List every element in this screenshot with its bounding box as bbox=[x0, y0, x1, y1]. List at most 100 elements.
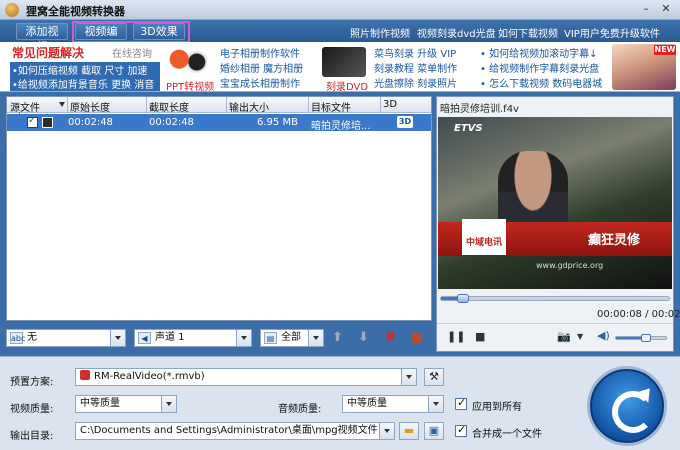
tutorial-link[interactable]: • 如何给视频加滚动字幕↓ bbox=[480, 45, 597, 60]
move-down-icon[interactable]: ⬇ bbox=[358, 330, 369, 345]
clear-list-icon[interactable]: ▦ bbox=[411, 330, 423, 345]
burn-dvd-label[interactable]: 刻录DVD bbox=[326, 78, 368, 93]
col-cut-length[interactable]: 截取长度 bbox=[149, 99, 189, 114]
output-dir-field[interactable]: C:\Documents and Settings\Administrator\… bbox=[75, 422, 395, 440]
table-row[interactable]: 00:02:48 00:02:48 6.95 MB 暗拍灵修培... 3D bbox=[7, 114, 431, 132]
close-button[interactable]: ✕ bbox=[658, 2, 674, 17]
pause-icon[interactable]: ❚❚ bbox=[447, 330, 465, 343]
download-video-link[interactable]: 如何下载视频 bbox=[498, 25, 558, 40]
chevron-down-icon[interactable] bbox=[308, 330, 323, 346]
camera-icon[interactable]: 📷 bbox=[557, 330, 571, 343]
vip-upgrade-link[interactable]: VIP用户免费升级软件 bbox=[564, 25, 660, 40]
ppt-to-video-link[interactable]: PPT转视频 bbox=[166, 78, 214, 93]
open-folder-icon[interactable]: ▣ bbox=[424, 422, 444, 440]
volume-handle[interactable] bbox=[641, 334, 651, 342]
minimize-button[interactable]: – bbox=[638, 2, 654, 17]
volume-icon[interactable]: ◀) bbox=[597, 329, 610, 342]
column-divider bbox=[380, 97, 381, 113]
filter-icon: ▤ bbox=[264, 332, 277, 344]
chevron-down-icon[interactable] bbox=[401, 369, 416, 385]
col-source[interactable]: 源文件 bbox=[10, 99, 40, 114]
subtitle-icon: abc bbox=[10, 332, 26, 344]
column-divider bbox=[67, 97, 68, 113]
tutorial-link[interactable]: • 给视频制作字幕刻录光盘 bbox=[480, 60, 599, 75]
audio-quality-value: 中等质量 bbox=[347, 398, 387, 409]
chevron-down-icon[interactable] bbox=[428, 396, 443, 412]
seek-handle[interactable] bbox=[456, 294, 469, 303]
video-frame[interactable]: ETVS 中域电讯 癫狂灵修 www.gdprice.org bbox=[438, 117, 672, 289]
chevron-down-icon[interactable]: ▼ bbox=[577, 332, 583, 341]
video-quality-select[interactable]: 中等质量 bbox=[75, 395, 177, 413]
audio-track-value: 声道 1 bbox=[155, 332, 185, 343]
preset-label: 预置方案: bbox=[10, 377, 54, 388]
output-size: 6.95 MB bbox=[257, 117, 298, 128]
chevron-down-icon[interactable] bbox=[110, 330, 125, 346]
app-logo-icon bbox=[5, 3, 19, 17]
time-readout: 00:00:08 / 00:02:48 bbox=[597, 309, 680, 320]
preview-panel: 暗拍灵修培训.f4v ETVS 中域电讯 癫狂灵修 www.gdprice.or… bbox=[436, 96, 680, 352]
subtitle-select[interactable]: abc 无 bbox=[6, 329, 126, 347]
col-original-length[interactable]: 原始长度 bbox=[70, 99, 110, 114]
scope-value: 全部 bbox=[281, 332, 301, 343]
album-link[interactable]: 婚纱相册 魔方相册 bbox=[220, 60, 303, 75]
online-help-link[interactable]: 在线咨询 bbox=[112, 45, 152, 60]
volume-slider[interactable] bbox=[615, 334, 667, 342]
move-up-icon[interactable]: ⬆ bbox=[332, 330, 343, 345]
delete-icon[interactable]: ✖ bbox=[385, 330, 396, 345]
col-target[interactable]: 目标文件 bbox=[311, 99, 351, 114]
burn-link[interactable]: 菜鸟刻录 升级 VIP bbox=[374, 45, 456, 60]
dvd-thumbnail[interactable] bbox=[322, 47, 366, 77]
preset-select[interactable]: RM-RealVideo(*.rmvb) bbox=[75, 368, 417, 386]
burn-dvd-link[interactable]: 视频刻录dvd光盘 bbox=[417, 25, 496, 40]
preview-title: 暗拍灵修培训.f4v bbox=[440, 104, 519, 115]
browse-folder-icon[interactable]: ▬ bbox=[399, 422, 419, 440]
merge-label: 合并成一个文件 bbox=[472, 429, 542, 440]
sort-arrow-icon bbox=[59, 102, 65, 107]
promo-banner: 常见问题解决 在线咨询 •如何压缩视频 截取 尺寸 加速 •给视频添加背景音乐 … bbox=[0, 42, 680, 93]
station-logo: 中域电讯 bbox=[462, 219, 506, 255]
chevron-down-icon[interactable] bbox=[161, 396, 176, 412]
video-quality-value: 中等质量 bbox=[80, 398, 120, 409]
cut-length: 00:02:48 bbox=[149, 117, 194, 128]
original-length: 00:02:48 bbox=[68, 117, 113, 128]
apply-all-checkbox[interactable] bbox=[455, 396, 467, 410]
format-icon bbox=[80, 370, 90, 380]
scope-select[interactable]: ▤ 全部 bbox=[260, 329, 324, 347]
album-link[interactable]: 电子相册制作软件 bbox=[220, 45, 300, 60]
add-video-button[interactable]: 添加视频 bbox=[16, 23, 68, 53]
settings-tools-icon[interactable]: ⚒ bbox=[424, 368, 444, 386]
faq-title[interactable]: 常见问题解决 bbox=[12, 44, 84, 61]
faq-link[interactable]: •如何压缩视频 截取 尺寸 加速 bbox=[10, 62, 160, 77]
album-link[interactable]: 宝宝成长相册制作 bbox=[220, 75, 300, 90]
chevron-down-icon[interactable] bbox=[379, 423, 394, 439]
video-file-icon bbox=[42, 117, 53, 128]
audio-track-select[interactable]: ◀ 声道 1 bbox=[134, 329, 252, 347]
col-3d[interactable]: 3D bbox=[383, 99, 397, 110]
col-output-size[interactable]: 输出大小 bbox=[229, 99, 269, 114]
stop-icon[interactable]: ■ bbox=[475, 330, 485, 343]
merge-checkbox[interactable] bbox=[455, 423, 467, 437]
burn-link[interactable]: 刻录教程 菜单制作 bbox=[374, 60, 457, 75]
seek-bar[interactable] bbox=[440, 294, 670, 303]
tutorial-link[interactable]: • 怎么下载视频 数码电器城 bbox=[480, 75, 602, 90]
3d-badge-icon[interactable]: 3D bbox=[397, 116, 413, 128]
playback-controls: ❚❚ ■ 📷 ▼ ◀) bbox=[437, 323, 673, 351]
video-quality-label: 视频质量: bbox=[10, 404, 54, 415]
video-url: www.gdprice.org bbox=[536, 261, 604, 270]
audio-quality-select[interactable]: 中等质量 bbox=[342, 395, 444, 413]
row-checkbox[interactable] bbox=[27, 115, 38, 128]
photo-to-video-link[interactable]: 照片制作视频 bbox=[350, 25, 410, 40]
audio-quality-label: 音频质量: bbox=[278, 404, 322, 415]
new-badge: NEW bbox=[654, 45, 676, 55]
apply-all-label: 应用到所有 bbox=[472, 402, 522, 413]
convert-button[interactable] bbox=[590, 369, 664, 443]
column-divider bbox=[226, 97, 227, 113]
column-divider bbox=[146, 97, 147, 113]
ppt-thumbnail[interactable] bbox=[166, 48, 210, 76]
burn-link[interactable]: 光盘擦除 刻录照片 bbox=[374, 75, 457, 90]
file-list[interactable]: 源文件 原始长度 截取长度 输出大小 目标文件 3D 00:02:48 00:0… bbox=[6, 96, 432, 321]
show-title: 癫狂灵修 bbox=[588, 233, 641, 248]
faq-link[interactable]: •给视频添加背景音乐 更换 消音 bbox=[10, 76, 160, 91]
chevron-down-icon[interactable] bbox=[236, 330, 251, 346]
output-settings: 预置方案: RM-RealVideo(*.rmvb) ⚒ 视频质量: 中等质量 … bbox=[0, 356, 680, 450]
